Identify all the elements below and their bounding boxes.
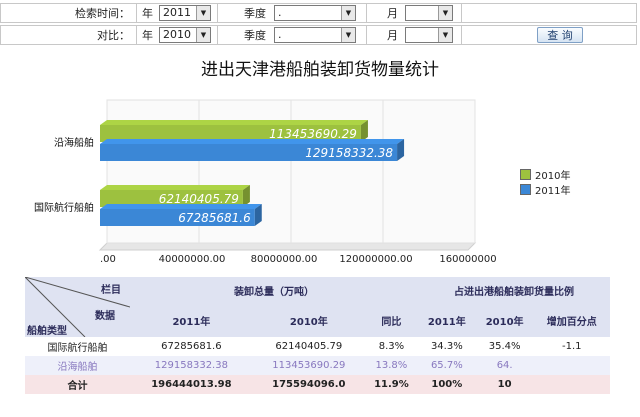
table-cell: 129158332.38 <box>130 356 253 375</box>
row-name: 沿海船舶 <box>25 356 130 375</box>
table-cell: 113453690.29 <box>252 356 365 375</box>
year-select-value: 2011 <box>163 6 191 19</box>
col-header: 同比 <box>364 303 418 337</box>
bar-top-face <box>100 204 262 209</box>
chevron-down-icon: ▼ <box>438 28 452 42</box>
table-cell: 34.3% <box>417 337 476 356</box>
compare-quarter-select[interactable]: . ▼ <box>274 27 356 43</box>
table-cell: 64. <box>475 356 534 375</box>
legend-label: 2010年 <box>535 171 571 182</box>
table-cell: 10 <box>475 375 534 394</box>
compare-year-cell: 年 2010 ▼ <box>136 25 218 45</box>
table-row: 国际航行船舶 67285681.6 62140405.79 8.3% 34.3%… <box>25 337 610 356</box>
search-filter-form: 检索时间： 年 2011 ▼ 季度 . ▼ 月 ▼ 对比： 年 2010 ▼ 季… <box>0 0 640 47</box>
table-cell: 175594096.0 <box>252 375 365 394</box>
table-cell: 65.7% <box>417 356 476 375</box>
bar-top-face <box>100 139 405 144</box>
group-header-ratio: 占进出港船舶装卸货量比例 <box>417 277 610 303</box>
group-header-volume: 装卸总量（万吨） <box>130 277 418 303</box>
col-header: 2011年 <box>417 303 476 337</box>
col-header: 2010年 <box>252 303 365 337</box>
x-tick-label: 120000000.00 <box>339 254 412 265</box>
table-cell <box>533 375 610 394</box>
bar-value-label: 113453690.29 <box>269 127 357 141</box>
bar-top-face <box>100 120 368 125</box>
action-cell <box>461 3 637 23</box>
corner-middle-label: 数据 <box>95 311 115 322</box>
filter-row-primary: 检索时间： 年 2011 ▼ 季度 . ▼ 月 ▼ <box>0 2 640 24</box>
compare-year-select-value: 2010 <box>163 28 191 41</box>
bar-value-label: 67285681.6 <box>178 211 251 225</box>
quarter-cell: 季度 . ▼ <box>217 3 367 23</box>
compare-month-select[interactable]: ▼ <box>405 27 453 43</box>
compare-quarter-cell: 季度 . ▼ <box>217 25 367 45</box>
col-header: 2010年 <box>475 303 534 337</box>
month-select[interactable]: ▼ <box>405 5 453 21</box>
x-tick-label: 80000000.00 <box>251 254 318 265</box>
chevron-down-icon: ▼ <box>438 6 452 20</box>
bar-value-label: 62140405.79 <box>159 192 239 206</box>
table-row: 沿海船舶 129158332.38 113453690.29 13.8% 65.… <box>25 356 610 375</box>
chart-title: 进出天津港船舶装卸货物量统计 <box>201 60 439 80</box>
quarter-label: 季度 <box>244 7 266 20</box>
statistics-table: 栏目 数据 船舶类型 装卸总量（万吨） 占进出港船舶装卸货量比例 2011年 2… <box>25 277 610 394</box>
table-cell: 100% <box>417 375 476 394</box>
chevron-down-icon: ▼ <box>196 28 210 42</box>
corner-top-label: 栏目 <box>101 285 121 296</box>
month-label: 月 <box>387 29 398 42</box>
chart-legend: 2010年 2011年 <box>520 168 570 198</box>
compare-quarter-select-value: . <box>278 28 282 41</box>
quarter-select[interactable]: . ▼ <box>274 5 356 21</box>
table-header-row: 栏目 数据 船舶类型 装卸总量（万吨） 占进出港船舶装卸货量比例 <box>25 277 610 337</box>
table-cell: 11.9% <box>364 375 418 394</box>
legend-item: 2010年 <box>520 168 571 182</box>
year-select[interactable]: 2011 ▼ <box>159 5 211 21</box>
retrieval-time-label: 检索时间： <box>0 3 137 23</box>
category-label: 沿海船舶 <box>54 136 94 149</box>
chevron-down-icon: ▼ <box>341 28 355 42</box>
bar-top-face <box>100 185 250 190</box>
table-row-total: 合计 196444013.98 175594096.0 11.9% 100% 1… <box>25 375 610 394</box>
year-unit-label: 年 <box>142 7 153 20</box>
col-header: 增加百分点 <box>533 303 610 337</box>
month-cell: 月 ▼ <box>366 3 462 23</box>
corner-bottom-label: 船舶类型 <box>27 326 67 337</box>
compare-label: 对比： <box>0 25 137 45</box>
month-label: 月 <box>387 7 398 20</box>
col-header: 2011年 <box>130 303 253 337</box>
quarter-label: 季度 <box>244 29 266 42</box>
legend-swatch <box>520 184 531 195</box>
x-tick-label: 160000000 <box>439 254 496 265</box>
corner-header: 栏目 数据 船舶类型 <box>25 277 130 337</box>
table-cell: 8.3% <box>364 337 418 356</box>
table-cell: 196444013.98 <box>130 375 253 394</box>
legend-swatch <box>520 169 531 180</box>
table-cell: 62140405.79 <box>252 337 365 356</box>
x-tick-label: .00 <box>100 254 116 265</box>
legend-item: 2011年 <box>520 183 571 197</box>
row-name: 合计 <box>25 375 130 394</box>
compare-year-select[interactable]: 2010 ▼ <box>159 27 211 43</box>
legend-label: 2011年 <box>535 186 571 197</box>
table-cell: 13.8% <box>364 356 418 375</box>
chart-floor <box>98 242 477 251</box>
chevron-down-icon: ▼ <box>196 6 210 20</box>
quarter-select-value: . <box>278 6 282 19</box>
chevron-down-icon: ▼ <box>341 6 355 20</box>
category-label: 国际航行船舶 <box>34 201 94 214</box>
compare-month-cell: 月 ▼ <box>366 25 462 45</box>
table-cell <box>533 356 610 375</box>
x-tick-label: 40000000.00 <box>159 254 226 265</box>
table-cell: -1.1 <box>533 337 610 356</box>
table-cell: 35.4% <box>475 337 534 356</box>
table-cell: 67285681.6 <box>130 337 253 356</box>
query-button[interactable]: 查 询 <box>537 27 583 43</box>
bar-value-label: 129158332.38 <box>305 146 393 160</box>
row-name: 国际航行船舶 <box>25 337 130 356</box>
year-cell: 年 2011 ▼ <box>136 3 218 23</box>
year-unit-label: 年 <box>142 29 153 42</box>
